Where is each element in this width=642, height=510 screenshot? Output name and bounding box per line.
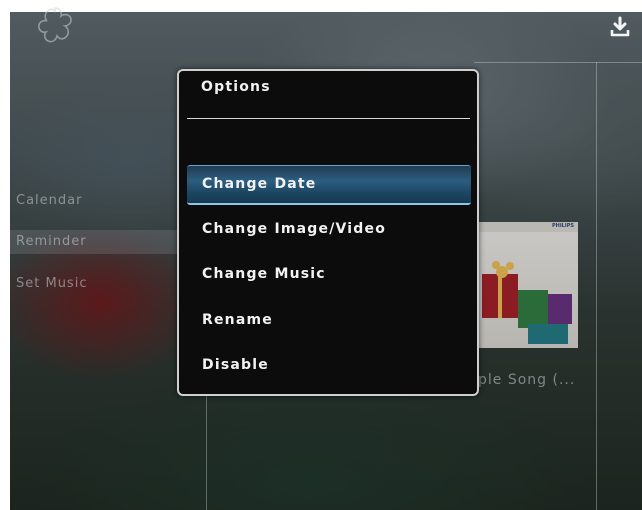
dialog-title: Options	[201, 79, 271, 95]
flower-icon[interactable]	[32, 2, 78, 48]
menu-item-change-date[interactable]: Change Date	[187, 165, 471, 205]
album-brand: PHILIPS	[551, 223, 574, 229]
sidebar-item-set-music[interactable]: Set Music	[16, 276, 87, 291]
options-dialog: Options Change Date Change Image/Video C…	[177, 69, 479, 396]
download-icon[interactable]	[610, 16, 630, 38]
dialog-divider	[187, 118, 470, 119]
grid-line	[206, 392, 207, 510]
sidebar-item-reminder[interactable]: Reminder	[16, 234, 87, 249]
album-title: ple Song (...	[478, 372, 576, 388]
album-cover: PHILIPS	[472, 222, 578, 348]
menu-item-disable[interactable]: Disable	[187, 347, 471, 387]
gift-illustration	[482, 261, 572, 344]
menu-item-change-image-video[interactable]: Change Image/Video	[187, 211, 471, 251]
grid-line	[474, 62, 642, 63]
sidebar-item-calendar[interactable]: Calendar	[16, 193, 82, 208]
grid-line	[596, 62, 597, 510]
menu-item-change-music[interactable]: Change Music	[187, 256, 471, 296]
menu-item-rename[interactable]: Rename	[187, 302, 471, 342]
